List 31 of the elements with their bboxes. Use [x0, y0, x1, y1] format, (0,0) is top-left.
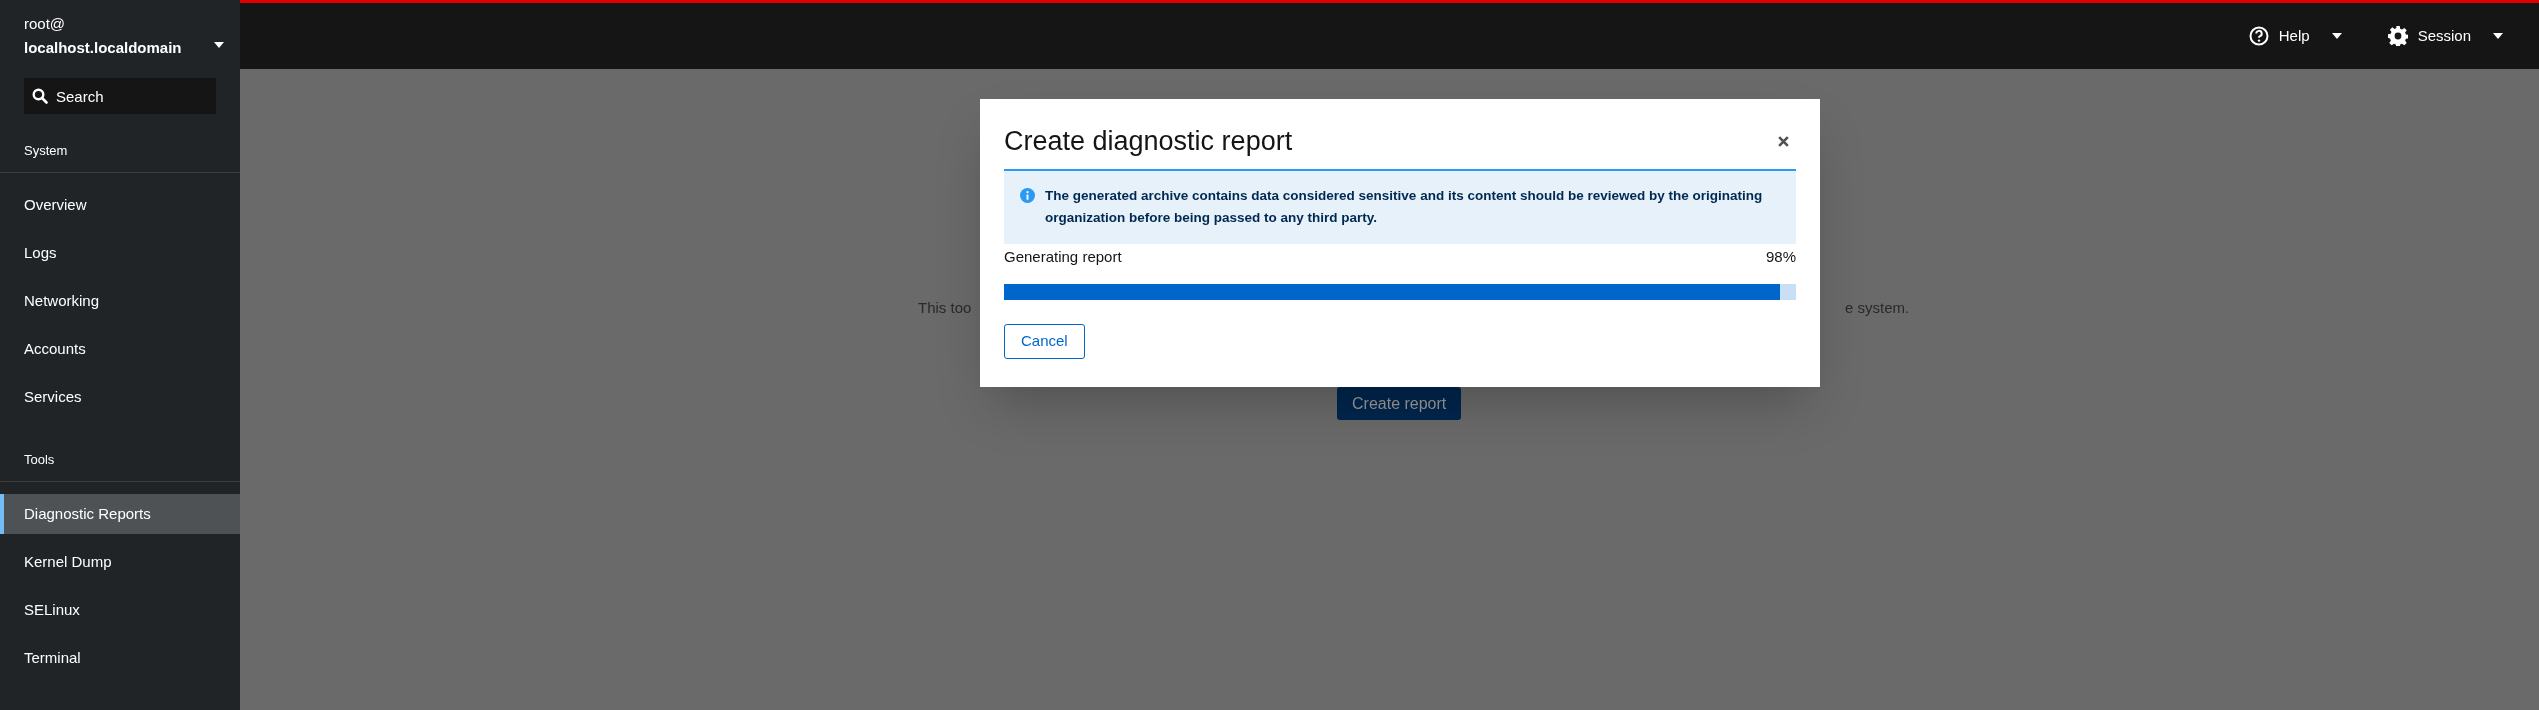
nav-item[interactable]: Networking: [0, 281, 240, 321]
host-name[interactable]: localhost.localdomain: [24, 36, 182, 60]
create-report-button[interactable]: Create report: [1337, 387, 1462, 420]
nav-item[interactable]: Terminal: [0, 638, 240, 678]
search-field[interactable]: Search: [24, 78, 216, 114]
description-text: This too: [918, 298, 972, 318]
alert-text: The generated archive contains data considered sensitive and its content should be reviewed by the originating organization before being passed to any third party.: [1045, 187, 1764, 227]
description-text: e system.: [1845, 298, 1910, 318]
user-name: root@: [24, 14, 67, 34]
nav-item[interactable]: Diagnostic Reports: [0, 494, 240, 534]
nav-item[interactable]: SELinux: [0, 590, 240, 630]
close-icon[interactable]: [1777, 134, 1790, 148]
dialog-title: Create diagnostic report: [1004, 125, 1293, 158]
nav-item[interactable]: Overview: [0, 185, 240, 225]
progress-value: 98%: [1765, 247, 1796, 267]
nav-item[interactable]: Accounts: [0, 329, 240, 369]
caret-icon: [2331, 33, 2342, 39]
settings-icon: [2387, 26, 2408, 46]
help-menu[interactable]: Help: [2248, 24, 2342, 48]
caret-icon[interactable]: [214, 42, 224, 48]
nav-item[interactable]: Services: [0, 377, 240, 417]
nav-item[interactable]: Kernel Dump: [0, 542, 240, 582]
progress-label: Generating report: [1004, 247, 1122, 267]
nav-section-heading: System: [24, 143, 68, 158]
cancel-button[interactable]: Cancel: [1004, 323, 1085, 359]
nav-section-heading: Tools: [24, 452, 55, 467]
help-icon: [2248, 26, 2269, 46]
session-menu[interactable]: Session: [2387, 24, 2503, 48]
nav-item[interactable]: Logs: [0, 233, 240, 273]
caret-icon: [2493, 33, 2503, 39]
info-icon: [1020, 188, 1035, 203]
